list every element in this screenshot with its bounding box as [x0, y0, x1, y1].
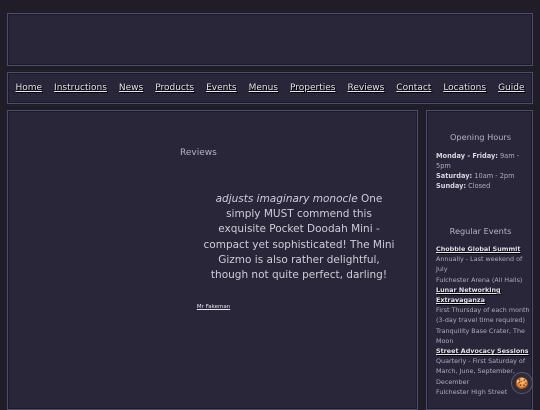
event-link[interactable]: Street Advocacy Sessions: [436, 346, 532, 356]
hours-time: Closed: [466, 182, 491, 190]
event-item: Lunar Networking Extravaganza First Thur…: [436, 285, 532, 346]
hours-heading: Opening Hours: [449, 132, 512, 142]
main-nav: Home Instructions News Products Events M…: [7, 72, 533, 104]
hours-day: Monday - Friday:: [436, 152, 498, 160]
nav-link-menus[interactable]: Menus: [249, 83, 278, 93]
nav-link-guide[interactable]: Guide: [498, 83, 524, 93]
review-action: adjusts imaginary monocle: [215, 193, 358, 205]
cookie-icon: 🍪: [515, 376, 529, 390]
review-text: One simply MUST commend this exquisite P…: [203, 193, 395, 282]
sidebar: Opening Hours Monday - Friday: 9am - 5pm…: [426, 110, 533, 410]
event-schedule: Annually - Last weekend of July: [436, 255, 523, 274]
nav-link-events[interactable]: Events: [206, 83, 236, 93]
hours-day: Saturday:: [436, 172, 473, 180]
cookie-settings-button[interactable]: 🍪: [511, 372, 533, 394]
event-location: Fulchester Arena (All Halls): [436, 275, 523, 284]
events-heading: Regular Events: [449, 226, 512, 236]
nav-link-locations[interactable]: Locations: [443, 83, 486, 93]
event-schedule: First Thursday of each month (3-day trav…: [436, 306, 530, 325]
page-title: Reviews: [180, 148, 217, 158]
event-item: Chobble Global Summit Annually - Last we…: [436, 244, 532, 285]
hours-row: Sunday: Closed: [436, 181, 528, 191]
hours-day: Sunday:: [436, 182, 467, 190]
opening-hours: Monday - Friday: 9am - 5pm Saturday: 10a…: [436, 151, 528, 191]
event-link[interactable]: Chobble Global Summit: [436, 244, 532, 254]
nav-link-reviews[interactable]: Reviews: [347, 83, 384, 93]
review-quote: adjusts imaginary monocle One simply MUS…: [203, 192, 395, 283]
hours-time: 10am - 2pm: [472, 172, 515, 180]
event-link[interactable]: Lunar Networking Extravaganza: [436, 285, 532, 305]
event-location: Tranquility Base Crater, The Moon: [436, 326, 525, 345]
nav-link-properties[interactable]: Properties: [290, 83, 335, 93]
review-author-link[interactable]: Mr Fakeman: [8, 304, 419, 310]
site-header: [7, 13, 533, 66]
hours-row: Saturday: 10am - 2pm: [436, 171, 528, 181]
main-content: Reviews adjusts imaginary monocle One si…: [7, 110, 418, 410]
nav-link-news[interactable]: News: [119, 83, 143, 93]
nav-link-home[interactable]: Home: [15, 83, 42, 93]
hours-row: Monday - Friday: 9am - 5pm: [436, 151, 528, 171]
nav-link-contact[interactable]: Contact: [396, 83, 431, 93]
nav-link-products[interactable]: Products: [155, 83, 194, 93]
nav-link-instructions[interactable]: Instructions: [54, 83, 107, 93]
